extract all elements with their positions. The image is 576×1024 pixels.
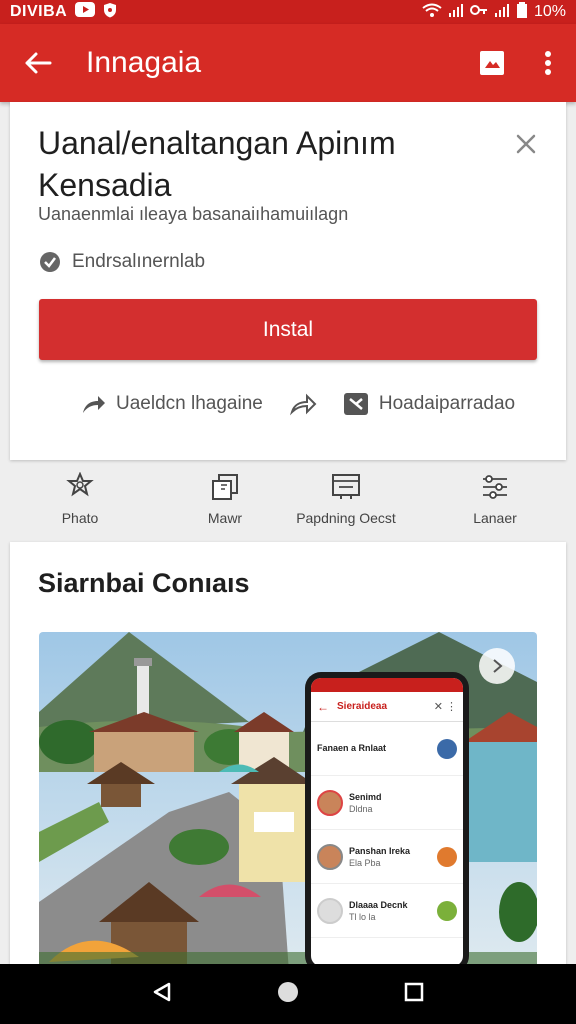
app-title: Uanal/enaltangan Apinım Kensadia <box>38 125 396 203</box>
signal-icon <box>448 3 464 22</box>
share-label[interactable]: Uaeldcn lhagaine <box>116 393 263 415</box>
share-icon <box>83 396 105 413</box>
phone-title: Sieraideaa <box>337 701 388 712</box>
triangle-back-icon <box>154 982 171 1001</box>
tab-label: Lanaer <box>473 510 517 526</box>
feature-tabs: Phato Mawr Papdning Oecst Lanaer <box>0 470 576 536</box>
tab-details[interactable]: Papdning Oecst <box>276 470 416 536</box>
tab-label: Papdning Oecst <box>296 510 396 526</box>
app-details-card: Uanal/enaltangan Apinım Kensadia Uanaenm… <box>10 102 566 460</box>
circle-home-icon <box>277 981 298 1002</box>
battery-icon <box>516 1 528 23</box>
youtube-icon <box>75 2 96 22</box>
developer-name: Endrsalınernlab <box>72 251 206 272</box>
arrow-left-icon <box>25 52 52 74</box>
square-recents-icon <box>404 982 423 1001</box>
tab-related[interactable]: Lanaer <box>425 470 565 536</box>
tab-more[interactable]: Mawr <box>155 470 295 536</box>
settings-icon <box>483 475 507 499</box>
tab-photo[interactable]: Phato <box>10 470 150 536</box>
screenshots-card: Siarnbai Conıaıs ← Sieraideaa ✕ ⋮ Fanaen… <box>10 542 566 972</box>
next-screenshot-button[interactable] <box>479 648 515 684</box>
nav-back-button[interactable] <box>151 981 173 1008</box>
developer-row[interactable]: Endrsalınernlab <box>38 250 205 274</box>
phone-list-item: Dlaaaa Decnk Tl lo la <box>311 884 463 938</box>
close-button[interactable] <box>512 130 540 158</box>
more-options-button[interactable] <box>520 35 576 91</box>
verified-icon <box>40 252 60 272</box>
card-icon <box>332 474 360 499</box>
forward-icon <box>289 393 317 416</box>
nav-recents-button[interactable] <box>403 981 425 1008</box>
app-bar: Innagaia <box>0 24 576 102</box>
wishlist-label[interactable]: Hoadaiparradao <box>379 393 515 415</box>
app-bar-title: Innagaia <box>86 46 202 79</box>
copy-icon <box>212 474 238 500</box>
screenshot-image[interactable]: ← Sieraideaa ✕ ⋮ Fanaen a Rnlaat Senimd <box>39 632 537 972</box>
close-icon <box>516 134 536 154</box>
carrier-label: DIVIBA <box>10 3 68 20</box>
more-vert-icon <box>545 51 551 75</box>
section-title: Siarnbai Conıaıs <box>38 568 250 598</box>
badge-icon <box>66 472 94 497</box>
avatar <box>317 897 343 924</box>
phone-mockup: ← Sieraideaa ✕ ⋮ Fanaen a Rnlaat Senimd <box>305 672 469 972</box>
bookmark-icon <box>480 51 504 75</box>
nav-home-button[interactable] <box>276 980 300 1009</box>
vpn-key-icon <box>469 3 488 22</box>
chevron-right-icon <box>493 659 503 673</box>
wifi-icon <box>422 3 442 22</box>
phone-list-item: Fanaen a Rnlaat <box>311 722 463 776</box>
phone-list-item: Senimd Dldna <box>311 776 463 830</box>
back-button[interactable] <box>8 33 68 93</box>
signal-icon-2 <box>494 3 510 22</box>
phone-back-icon: ← <box>317 699 329 714</box>
tab-label: Mawr <box>207 510 243 526</box>
app-subtitle: Uanaenmlai ıleaya basanaiıhamuiılagn <box>38 204 349 224</box>
bookmark-button[interactable] <box>464 35 520 91</box>
wishlist-icon <box>343 393 368 415</box>
phone-list-item: Panshan Ireka Ela Pba <box>311 830 463 884</box>
tab-label: Phato <box>61 510 99 526</box>
shield-icon <box>103 2 117 23</box>
status-bar: DIVIBA 10% <box>0 0 576 24</box>
battery-percent: 10% <box>533 3 566 20</box>
avatar <box>317 789 343 816</box>
phone-close-icon: ✕ ⋮ <box>433 701 457 713</box>
install-button[interactable]: Instal <box>39 299 537 360</box>
system-nav-bar <box>0 964 576 1024</box>
avatar <box>317 843 343 870</box>
